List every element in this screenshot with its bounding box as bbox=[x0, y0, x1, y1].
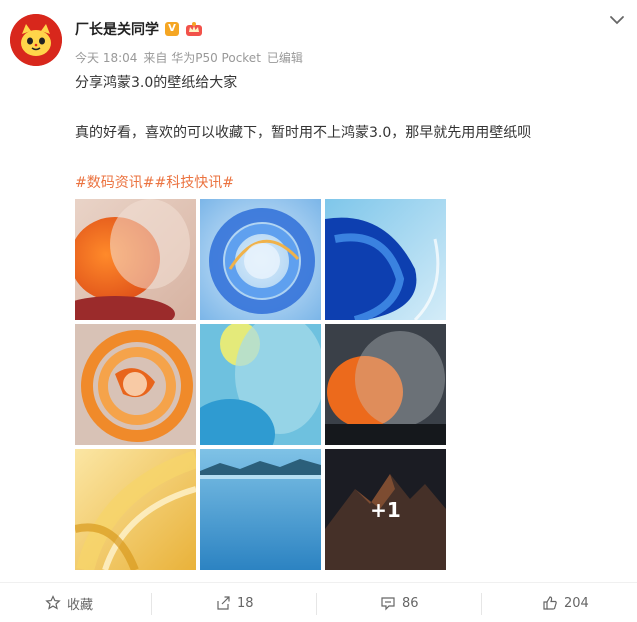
topic-tag[interactable]: #数码资讯# bbox=[75, 172, 154, 192]
post-meta: 今天 18:04 来自 华为P50 Pocket 已编辑 bbox=[75, 49, 303, 66]
avatar[interactable] bbox=[10, 14, 62, 66]
star-icon bbox=[45, 595, 61, 610]
more-images-label: +1 bbox=[370, 497, 401, 522]
divider bbox=[151, 593, 152, 615]
post-text-line-1: 分享鸿蒙3.0的壁纸给大家 bbox=[75, 75, 238, 91]
wallpaper-thumbnail[interactable] bbox=[75, 324, 196, 445]
author-row: 厂长是关同学 V bbox=[75, 19, 203, 39]
wallpaper-thumbnail[interactable] bbox=[75, 449, 196, 570]
post-action-bar: 收藏 18 86 204 bbox=[0, 582, 637, 622]
wallpaper-thumbnail[interactable] bbox=[200, 449, 321, 570]
wallpaper-thumbnail[interactable] bbox=[75, 199, 196, 320]
edited-label[interactable]: 已编辑 bbox=[267, 49, 303, 66]
wallpaper-thumbnail-more[interactable]: +1 bbox=[325, 449, 446, 570]
chevron-down-icon[interactable] bbox=[607, 12, 627, 28]
weibo-post-card: 厂长是关同学 V 今天 18:04 来自 华为P50 Pocket 已编辑 分享… bbox=[0, 0, 637, 622]
share-icon bbox=[217, 596, 230, 610]
repost-count: 18 bbox=[237, 595, 254, 611]
avatar-cat-icon bbox=[10, 14, 62, 66]
wallpaper-thumbnail[interactable] bbox=[325, 324, 446, 445]
repost-button[interactable]: 18 bbox=[215, 593, 254, 613]
crown-badge-icon bbox=[186, 22, 202, 36]
favorite-button[interactable]: 收藏 bbox=[45, 593, 93, 613]
like-count: 204 bbox=[564, 595, 589, 611]
post-text-line-2: 真的好看，喜欢的可以收藏下，暂时用不上鸿蒙3.0，那早就先用用壁纸呗 bbox=[75, 125, 532, 141]
wallpaper-thumbnail[interactable] bbox=[200, 199, 321, 320]
verified-badge-icon: V bbox=[165, 22, 179, 36]
post-source: 来自 华为P50 Pocket bbox=[143, 51, 261, 65]
author-name[interactable]: 厂长是关同学 bbox=[75, 19, 159, 39]
topic-tag[interactable]: #科技快讯# bbox=[154, 172, 233, 192]
post-time[interactable]: 今天 18:04 bbox=[75, 49, 137, 66]
divider bbox=[316, 593, 317, 615]
wallpaper-thumbnail[interactable] bbox=[200, 324, 321, 445]
like-button[interactable]: 204 bbox=[542, 593, 589, 613]
image-grid: +1 bbox=[75, 199, 446, 571]
favorite-label: 收藏 bbox=[67, 597, 94, 613]
thumbs-up-icon bbox=[543, 596, 557, 610]
comment-count: 86 bbox=[402, 595, 419, 611]
topic-tags: #数码资讯# #科技快讯# bbox=[75, 172, 234, 192]
wallpaper-thumbnail[interactable] bbox=[325, 199, 446, 320]
divider bbox=[481, 593, 482, 615]
comment-icon bbox=[381, 597, 395, 611]
comment-button[interactable]: 86 bbox=[380, 593, 419, 613]
